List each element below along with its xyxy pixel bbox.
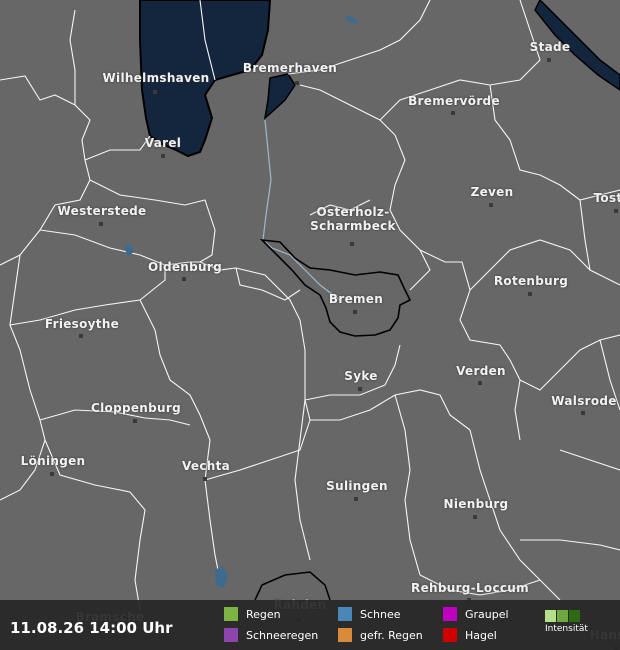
city-marker	[133, 419, 137, 423]
city-marker	[547, 58, 551, 62]
city-label-bremervörde: Bremervörde	[408, 94, 500, 108]
city-marker	[354, 497, 358, 501]
legend-label: Regen	[246, 607, 281, 621]
city-label-bremen: Bremen	[328, 292, 384, 306]
intensity-low	[545, 610, 556, 622]
legend-item-graupel: Graupel	[443, 607, 509, 621]
city-label-bremerhaven: Bremerhaven	[242, 61, 338, 75]
intensity-mid	[557, 610, 568, 622]
intensity-high	[569, 610, 580, 622]
city-marker	[478, 381, 482, 385]
intensity-scale: Intensität	[545, 610, 588, 634]
city-label-oldenburg: Oldenburg	[148, 260, 222, 274]
legend-bar: 11.08.26 14:00 Uhr Regen Schnee Graupel …	[0, 600, 620, 650]
city-marker	[50, 472, 54, 476]
city-marker	[161, 154, 165, 158]
legend-item-gefr-regen: gefr. Regen	[338, 628, 423, 642]
city-marker	[353, 310, 357, 314]
city-marker	[350, 242, 354, 246]
intensity-label: Intensität	[545, 624, 588, 634]
timestamp: 11.08.26 14:00 Uhr	[10, 619, 173, 637]
legend-item-regen: Regen	[224, 607, 281, 621]
city-label-westerstede: Westerstede	[57, 204, 147, 218]
city-label-sulingen: Sulingen	[326, 479, 388, 493]
city-marker	[489, 203, 493, 207]
city-label-wilhelmshaven: Wilhelmshaven	[102, 71, 210, 85]
city-marker	[614, 209, 618, 213]
city-label-verden: Verden	[456, 364, 506, 378]
legend-label: Schnee	[360, 607, 401, 621]
city-label-syke: Syke	[344, 369, 378, 383]
graupel-swatch	[443, 607, 457, 621]
city-marker	[295, 81, 299, 85]
legend-item-hagel: Hagel	[443, 628, 497, 642]
city-marker	[153, 90, 157, 94]
city-label-friesoythe: Friesoythe	[44, 317, 120, 331]
city-marker	[473, 515, 477, 519]
city-label-tost: Tost	[593, 191, 620, 205]
city-marker	[528, 292, 532, 296]
schneeregen-swatch	[224, 628, 238, 642]
city-label-rotenburg: Rotenburg	[493, 274, 569, 288]
hagel-swatch	[443, 628, 457, 642]
gefr-regen-swatch	[338, 628, 352, 642]
legend-label: gefr. Regen	[360, 628, 423, 642]
city-marker	[203, 477, 207, 481]
city-label-varel: Varel	[144, 136, 182, 150]
city-marker	[79, 334, 83, 338]
city-label-vechta: Vechta	[181, 459, 231, 473]
legend-item-schnee: Schnee	[338, 607, 401, 621]
legend-label: Hagel	[465, 628, 497, 642]
city-label-osterholz-scharmbeck: Osterholz- Scharmbeck	[310, 205, 396, 233]
city-marker	[182, 277, 186, 281]
legend-item-schneeregen: Schneeregen	[224, 628, 318, 642]
city-label-stade: Stade	[529, 40, 571, 54]
city-label-löningen: Löningen	[20, 454, 86, 468]
city-marker	[99, 222, 103, 226]
city-label-nienburg: Nienburg	[443, 497, 509, 511]
regen-swatch	[224, 607, 238, 621]
legend-label: Graupel	[465, 607, 509, 621]
city-marker	[581, 411, 585, 415]
weather-map[interactable]: Stade Wilhelmshaven Bremerhaven Bremervörde…	[0, 0, 620, 650]
legend-label: Schneeregen	[246, 628, 319, 642]
intensity-bars	[545, 610, 588, 622]
schnee-swatch	[338, 607, 352, 621]
city-marker	[358, 387, 362, 391]
city-label-cloppenburg: Cloppenburg	[91, 401, 181, 415]
city-label-rehburg-loccum: Rehburg-Loccum	[411, 581, 529, 595]
city-label-zeven: Zeven	[470, 185, 514, 199]
city-marker	[451, 111, 455, 115]
city-label-walsrode: Walsrode	[551, 394, 617, 408]
